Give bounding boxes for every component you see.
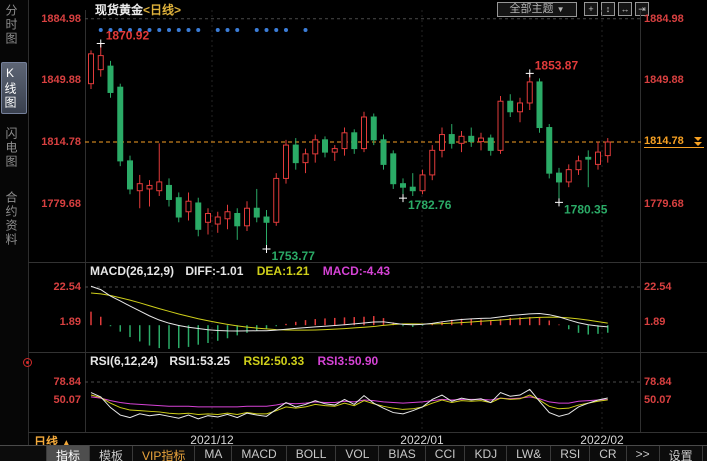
toolbar-item-2[interactable]: VIP指标 xyxy=(133,446,195,461)
toolbar-item-12[interactable]: CR xyxy=(590,446,626,461)
rsi-tick-left: 50.07 xyxy=(29,394,81,406)
rsi-tick-right: 78.84 xyxy=(644,376,696,388)
current-price-value: 1814.78 xyxy=(644,135,684,147)
rsi1-value: RSI1:53.25 xyxy=(169,354,230,368)
macd-tick-left: 22.54 xyxy=(29,281,81,293)
price-annotation: 1780.35 xyxy=(564,202,608,216)
toolbar-item-0[interactable]: 指标 xyxy=(46,446,90,461)
toolbar-item-10[interactable]: LW& xyxy=(507,446,551,461)
price-annotation: 1870.92 xyxy=(106,28,150,42)
toolbar-item-6[interactable]: VOL xyxy=(336,446,379,461)
toolbar-item-13[interactable]: >> xyxy=(627,446,660,461)
trading-app-window: 分时图 K线图 闪电图 合约资料 现货黄金<日线> 全部主题 ▼ +↕↔⇥ 18… xyxy=(0,0,707,461)
price-double-arrow-icon xyxy=(694,137,702,146)
price-tick-left: 1884.98 xyxy=(29,13,81,25)
toolbar-item-1[interactable]: 模板 xyxy=(90,446,133,461)
price-annotation: 1753.77 xyxy=(272,249,316,263)
rsi-tick-left: 78.84 xyxy=(29,376,81,388)
candlestick-chart[interactable]: 1870.92 1853.87 1753.77 1782.76 1780.35 xyxy=(85,10,641,260)
macd-value: MACD:-4.43 xyxy=(323,264,390,278)
macd-dea-value: DEA:1.21 xyxy=(257,264,310,278)
toolbar-item-8[interactable]: CCI xyxy=(426,446,466,461)
current-price-tag[interactable]: 1814.78 xyxy=(644,135,704,148)
indicator-settings-icon[interactable] xyxy=(23,358,32,367)
macd-label-row: MACD(26,12,9) DIFF:-1.01 DEA:1.21 MACD:-… xyxy=(90,264,390,278)
macd-tick-left: 1.89 xyxy=(29,316,81,328)
toolbar-item-11[interactable]: RSI xyxy=(551,446,590,461)
price-tick-left: 1849.88 xyxy=(29,74,81,86)
price-annotation: 1782.76 xyxy=(408,198,452,212)
macd-tick-right: 22.54 xyxy=(644,281,696,293)
macd-diff-value: DIFF:-1.01 xyxy=(185,264,243,278)
rsi-params-label: RSI(6,12,24) xyxy=(90,354,158,368)
sidebar-item-kline-chart[interactable]: K线图 xyxy=(1,62,27,114)
toolbar-item-7[interactable]: BIAS xyxy=(379,446,425,461)
macd-tick-right: 1.89 xyxy=(644,316,696,328)
price-tick-right: 1779.68 xyxy=(644,198,696,210)
sidebar-item-time-chart[interactable]: 分时图 xyxy=(3,4,25,46)
toolbar-item-3[interactable]: MA xyxy=(195,446,232,461)
sidebar-item-contract-info[interactable]: 合约资料 xyxy=(3,191,25,247)
price-tick-left: 1779.68 xyxy=(29,198,81,210)
rsi-label-row: RSI(6,12,24) RSI1:53.25 RSI2:50.33 RSI3:… xyxy=(90,354,378,368)
toolbar-item-5[interactable]: BOLL xyxy=(287,446,337,461)
macd-params-label: MACD(26,12,9) xyxy=(90,264,174,278)
rsi2-value: RSI2:50.33 xyxy=(243,354,304,368)
rsi-tick-right: 50.07 xyxy=(644,394,696,406)
rsi3-value: RSI3:50.90 xyxy=(317,354,378,368)
toolbar-item-14[interactable]: 设置 xyxy=(660,446,703,461)
sidebar: 分时图 K线图 闪电图 合约资料 xyxy=(0,0,29,446)
price-tick-right: 1849.88 xyxy=(644,74,696,86)
price-annotation: 1853.87 xyxy=(535,58,579,72)
indicator-toolbar: 指标模板VIP指标MAMACDBOLLVOLBIASCCIKDJLW&RSICR… xyxy=(0,445,707,461)
price-tick-right: 1884.98 xyxy=(644,13,696,25)
toolbar-item-9[interactable]: KDJ xyxy=(465,446,507,461)
toolbar-item-4[interactable]: MACD xyxy=(232,446,286,461)
price-tick-left: 1814.78 xyxy=(29,136,81,148)
sidebar-item-flash-chart[interactable]: 闪电图 xyxy=(3,127,25,169)
